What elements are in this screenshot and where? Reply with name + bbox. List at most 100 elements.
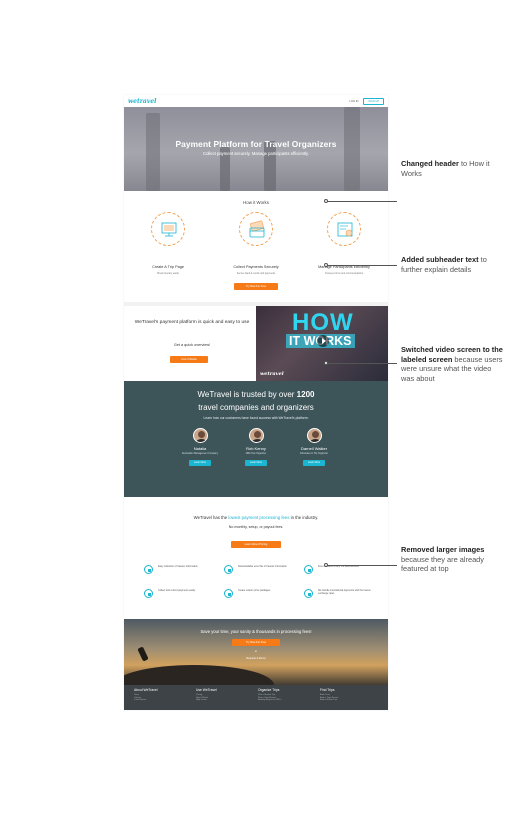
try-now-button[interactable]: Try Now For Free (234, 283, 278, 290)
monitor-icon (161, 222, 177, 237)
annotation-bold: Added subheader text (401, 255, 479, 264)
video-player[interactable]: HOW IT WORKS wetravel (256, 306, 388, 381)
footer-heading: Find Trips (320, 688, 335, 692)
fees-subtitle: No monthly, setup, or payout fees. (228, 525, 284, 529)
video-subheading: Get a quick overview! (173, 343, 211, 347)
footer-column-about: About WeTravel Team Contact Travel Stori… (134, 688, 190, 702)
annotation-dot-images (324, 563, 328, 567)
landing-page-mockup: wetravel LOG IN SIGN UP Payment Platform… (124, 95, 388, 710)
footer-link[interactable]: Booking Engine for DMC's (258, 699, 314, 702)
footer-link[interactable]: Book a Nature Tour (320, 699, 376, 702)
annotation-line-header (326, 201, 397, 202)
try-now-button-bottom[interactable]: Try Now For Free (232, 639, 280, 646)
annotation-line-subheader (326, 265, 397, 266)
fees-post: in the industry. (290, 515, 319, 520)
play-icon[interactable] (317, 335, 329, 347)
package-icon (224, 589, 233, 598)
trust-count: 1200 (296, 390, 315, 399)
fees-pre: WeTravel has the (193, 515, 228, 520)
annotation-line-video (326, 363, 397, 364)
testimonial-darnell-walker: Darnell Walker Filmmaker & Trip Organize… (284, 428, 344, 466)
trust-subtitle: Learn how our customers have found succe… (203, 416, 309, 420)
step-label: Collect Payments Securely (233, 265, 279, 269)
footer-column-use: Use WeTravel Pricing How It Works Help C… (196, 688, 252, 702)
annotation-header: Changed header to How it Works (401, 159, 505, 178)
person-role: NBA Trek Organizer (245, 453, 267, 455)
hero-pillar-right (344, 107, 360, 191)
nav-actions: LOG IN SIGN UP (350, 97, 384, 105)
feature-international: We handle international payments with th… (304, 589, 384, 601)
hero-title: Payment Platform for Travel Organizers (175, 139, 337, 149)
annotation-bold: Removed larger images (401, 545, 485, 554)
trust-line1-text: WeTravel is trusted by over (197, 390, 295, 399)
video-intro-panel: WeTravel's payment platform is quick and… (124, 306, 256, 381)
form-icon (144, 565, 153, 574)
footer: About WeTravel Team Contact Travel Stori… (124, 685, 388, 710)
footer-link[interactable]: Help Center (196, 699, 252, 702)
login-link[interactable]: LOG IN (350, 100, 359, 103)
video-logo: wetravel (260, 371, 284, 377)
refund-icon (144, 589, 153, 598)
learn-more-button[interactable]: Learn More (245, 460, 267, 466)
feature-text: Easy collection of traveler information (158, 565, 198, 568)
trust-section: WeTravel is trusted by over 1200 travel … (124, 381, 388, 497)
annotation-subheader: Added subheader text to further explain … (401, 255, 505, 274)
step-collect-payments: Collect Payments Securely Secure bank & … (220, 212, 292, 275)
learn-more-button[interactable]: Learn More (189, 460, 211, 466)
annotation-bold: Changed header (401, 159, 459, 168)
cta-banner: Save your time, your sanity & thousands … (124, 619, 388, 685)
step-desc: Secure bank & credit card payments (236, 272, 276, 275)
footer-link[interactable]: Travel Stories (134, 699, 190, 702)
participants-icon (327, 212, 361, 246)
signup-button[interactable]: SIGN UP (363, 97, 384, 105)
annotation-dot-video (324, 361, 328, 365)
cta-banner-title: Save your time, your sanity & thousands … (200, 629, 312, 634)
avatar (248, 428, 264, 443)
clipboard-icon (337, 222, 353, 237)
learn-more-button[interactable]: Learn More (303, 460, 325, 466)
feature-text: Downloadable excel file of traveler info… (238, 565, 287, 568)
trust-heading-line2: travel companies and organizers (198, 403, 314, 412)
fees-highlight: lowest payment processing fees (228, 515, 290, 520)
step-create-trip: Create A Trip Page Show itinerary easily (132, 212, 204, 275)
or-text: or (254, 650, 258, 653)
step-desc: Oversee forms and communications (324, 272, 364, 275)
feature-refunds: Collect and refund payments easily (144, 589, 224, 601)
how-it-works-button[interactable]: How It Works (170, 356, 208, 363)
person-role: Filmmaker & Trip Organizer (299, 453, 329, 455)
annotation-line-images (326, 565, 397, 566)
footer-heading: Organize Trips (258, 688, 280, 692)
footer-column-organize: Organize Trips Plan a Student Trip Plan … (258, 688, 314, 702)
avatar (306, 428, 322, 443)
trust-heading-line1: WeTravel is trusted by over 1200 (124, 390, 388, 399)
annotation-images: Removed larger images because they are a… (401, 545, 505, 574)
testimonial-rob-kenny: Rob Kenny NBA Trek Organizer Learn More (226, 428, 286, 466)
feature-price-packages: Create custom price packages (224, 589, 304, 601)
video-how-text: HOW (292, 309, 354, 336)
annotation-rest: because they are already featured at top (401, 554, 484, 574)
person-role: Destination Management Company (181, 453, 218, 455)
hero-banner: Payment Platform for Travel Organizers C… (124, 107, 388, 191)
feature-excel-download: Downloadable excel file of traveler info… (224, 565, 304, 577)
request-demo-link[interactable]: Request A Demo (124, 657, 388, 660)
annotation-dot-subheader (324, 263, 328, 267)
feature-traveler-info: Easy collection of traveler information (144, 565, 224, 577)
video-heading: WeTravel's payment platform is quick and… (134, 320, 250, 325)
feature-text: Create custom price packages (238, 589, 271, 592)
learn-about-pricing-button[interactable]: Learn About Pricing (231, 541, 281, 548)
footer-heading: About WeTravel (134, 688, 158, 692)
footer-heading: Use WeTravel (196, 688, 217, 692)
annotation-dot-header (324, 199, 328, 203)
feature-text: We handle international payments with th… (318, 589, 371, 596)
hero-subtitle: Collect payment securely. Manage partici… (203, 151, 309, 156)
step-label: Create A Trip Page (152, 265, 184, 269)
person-name: Darnell Walker (300, 446, 328, 451)
hill-silhouette (124, 665, 274, 685)
annotation-video: Switched video screen to the labeled scr… (401, 345, 505, 383)
wetravel-logo[interactable]: wetravel (128, 98, 156, 105)
feature-text: Collect and refund payments easily (158, 589, 196, 592)
testimonial-natalia: Natalia Destination Management Company L… (170, 428, 230, 466)
top-nav: wetravel LOG IN SIGN UP (124, 95, 388, 107)
credit-card-icon (249, 220, 265, 238)
person-name: Natalia (193, 446, 207, 451)
